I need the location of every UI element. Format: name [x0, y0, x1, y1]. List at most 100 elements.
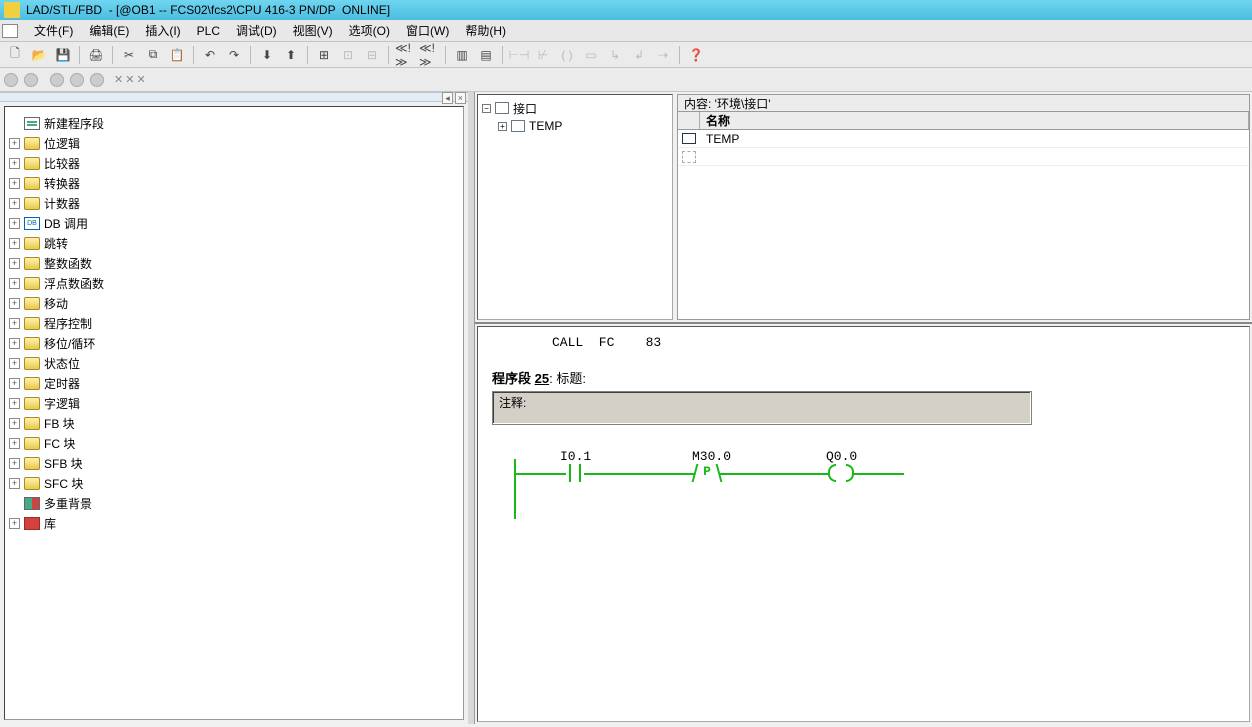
network-title[interactable]: 程序段 25: 标题:	[492, 368, 1235, 387]
contact-n-button[interactable]: ⊬	[532, 45, 554, 65]
window-title: LAD/STL/FBD - [@OB1 -- FCS02\fcs2\CPU 41…	[26, 3, 390, 17]
expand-icon[interactable]: +	[498, 122, 507, 131]
left-power-rail	[514, 459, 516, 519]
tree-root-new-network[interactable]: 新建程序段	[9, 113, 459, 133]
undo-button[interactable]: ↶	[199, 45, 221, 65]
goto-button[interactable]: ≪!≫	[394, 45, 416, 65]
folder-icon	[24, 477, 40, 490]
menu-file[interactable]: 文件(F)	[26, 22, 81, 39]
lad-rung[interactable]: I0.1 M30.0 Q0.0 P	[514, 449, 1235, 509]
panel-pin-button[interactable]: ◂	[442, 92, 453, 104]
status-led-4	[70, 73, 84, 87]
folder-icon	[24, 157, 40, 170]
interface-header-row: 名称	[677, 112, 1250, 130]
tree-item-shift[interactable]: +移位/循环	[9, 333, 459, 353]
tree-item-word-logic[interactable]: +字逻辑	[9, 393, 459, 413]
folder-icon	[24, 137, 40, 150]
tree-item-multi-instance[interactable]: 多重背景	[9, 493, 459, 513]
print-button[interactable]: 🖨	[85, 45, 107, 65]
tree-item-jump[interactable]: +跳转	[9, 233, 459, 253]
tree-item-sfb-blocks[interactable]: +SFB 块	[9, 453, 459, 473]
help-context-button[interactable]: ❓	[685, 45, 707, 65]
output-coil[interactable]	[828, 464, 854, 482]
folder-icon	[24, 177, 40, 190]
menu-options[interactable]: 选项(O)	[341, 22, 398, 39]
interface-table-body[interactable]: TEMP	[677, 130, 1250, 320]
open-button[interactable]: 📂	[28, 45, 50, 65]
tool-b-button[interactable]: ⊟	[361, 45, 383, 65]
status-marks: ✕✕✕	[114, 73, 146, 86]
panel-close-button[interactable]: ×	[455, 92, 466, 104]
upload-button[interactable]: ⬆	[280, 45, 302, 65]
folder-icon	[24, 437, 40, 450]
code-editor[interactable]: CALL FC 83 程序段 25: 标题: 注释: I0.1 M30.0 Q0…	[477, 326, 1250, 722]
network-icon	[24, 117, 40, 130]
contact-button[interactable]: ⊢⊣	[508, 45, 530, 65]
tree-item-db-call[interactable]: +DBDB 调用	[9, 213, 459, 233]
status-led-5	[90, 73, 104, 87]
menu-plc[interactable]: PLC	[189, 24, 228, 38]
save-button[interactable]: 💾	[52, 45, 74, 65]
table-row-empty[interactable]	[678, 148, 1249, 166]
interface-root-node[interactable]: − 接口	[482, 99, 668, 117]
menu-help[interactable]: 帮助(H)	[457, 22, 514, 39]
address-m30-0: M30.0	[692, 449, 731, 464]
network-comment-box[interactable]: 注释:	[492, 391, 1032, 425]
document-icon	[2, 24, 18, 38]
interface-caption: 内容: '环境\接口'	[677, 94, 1250, 112]
folder-icon	[24, 317, 40, 330]
tree-item-float-func[interactable]: +浮点数函数	[9, 273, 459, 293]
collapse-icon[interactable]: −	[482, 104, 491, 113]
tree-item-compare[interactable]: +比较器	[9, 153, 459, 173]
interface-panel: − 接口 + TEMP 内容: '环境\接口' 名称	[475, 92, 1252, 324]
positive-edge-coil[interactable]: P	[694, 464, 720, 482]
branch-open-button[interactable]: ↳	[604, 45, 626, 65]
tree-item-counter[interactable]: +计数器	[9, 193, 459, 213]
search-button[interactable]: ≪!≫	[418, 45, 440, 65]
menu-edit[interactable]: 编辑(E)	[81, 22, 137, 39]
redo-button[interactable]: ↷	[223, 45, 245, 65]
download-button[interactable]: ⬇	[256, 45, 278, 65]
interface-temp-node[interactable]: + TEMP	[482, 117, 668, 135]
tree-item-prog-ctrl[interactable]: +程序控制	[9, 313, 459, 333]
tree-item-fc-blocks[interactable]: +FC 块	[9, 433, 459, 453]
catalog-panel: ◂ × 新建程序段 +位逻辑 +比较器 +转换器 +计数器 +DBDB 调用 +…	[0, 92, 468, 724]
title-bar: LAD/STL/FBD - [@OB1 -- FCS02\fcs2\CPU 41…	[0, 0, 1252, 20]
paste-button[interactable]: 📋	[166, 45, 188, 65]
db-icon: DB	[24, 217, 40, 230]
tool-a-button[interactable]: ⊡	[337, 45, 359, 65]
copy-button[interactable]: ⧉	[142, 45, 164, 65]
new-button[interactable]: 🗋	[4, 45, 26, 65]
network-button[interactable]: ⊞	[313, 45, 335, 65]
normally-open-contact[interactable]	[566, 464, 584, 482]
editor-panel: − 接口 + TEMP 内容: '环境\接口' 名称	[474, 92, 1252, 724]
tree-item-timer[interactable]: +定时器	[9, 373, 459, 393]
tree-item-fb-blocks[interactable]: +FB 块	[9, 413, 459, 433]
branch-close-button[interactable]: ↲	[628, 45, 650, 65]
tree-item-sfc-blocks[interactable]: +SFC 块	[9, 473, 459, 493]
menu-debug[interactable]: 调试(D)	[228, 22, 285, 39]
catalog-tree[interactable]: 新建程序段 +位逻辑 +比较器 +转换器 +计数器 +DBDB 调用 +跳转 +…	[4, 106, 464, 720]
tree-item-convert[interactable]: +转换器	[9, 173, 459, 193]
content-area: ◂ × 新建程序段 +位逻辑 +比较器 +转换器 +计数器 +DBDB 调用 +…	[0, 92, 1252, 724]
column-name-header[interactable]: 名称	[700, 112, 1249, 129]
tree-item-int-func[interactable]: +整数函数	[9, 253, 459, 273]
tree-item-move[interactable]: +移动	[9, 293, 459, 313]
conn-button[interactable]: ⇢	[652, 45, 674, 65]
view-stl-button[interactable]: ▤	[475, 45, 497, 65]
table-row[interactable]: TEMP	[678, 130, 1249, 148]
menu-window[interactable]: 窗口(W)	[398, 22, 457, 39]
box-button[interactable]: ▭	[580, 45, 602, 65]
tree-item-bit-logic[interactable]: +位逻辑	[9, 133, 459, 153]
address-i0-1: I0.1	[560, 449, 591, 464]
menu-insert[interactable]: 插入(I)	[137, 22, 188, 39]
status-led-2	[24, 73, 38, 87]
view-lad-button[interactable]: ▥	[451, 45, 473, 65]
temp-icon	[511, 120, 525, 132]
tree-item-status[interactable]: +状态位	[9, 353, 459, 373]
coil-button[interactable]: ( )	[556, 45, 578, 65]
cut-button[interactable]: ✂	[118, 45, 140, 65]
interface-tree[interactable]: − 接口 + TEMP	[477, 94, 673, 320]
tree-item-library[interactable]: +库	[9, 513, 459, 533]
menu-view[interactable]: 视图(V)	[285, 22, 341, 39]
